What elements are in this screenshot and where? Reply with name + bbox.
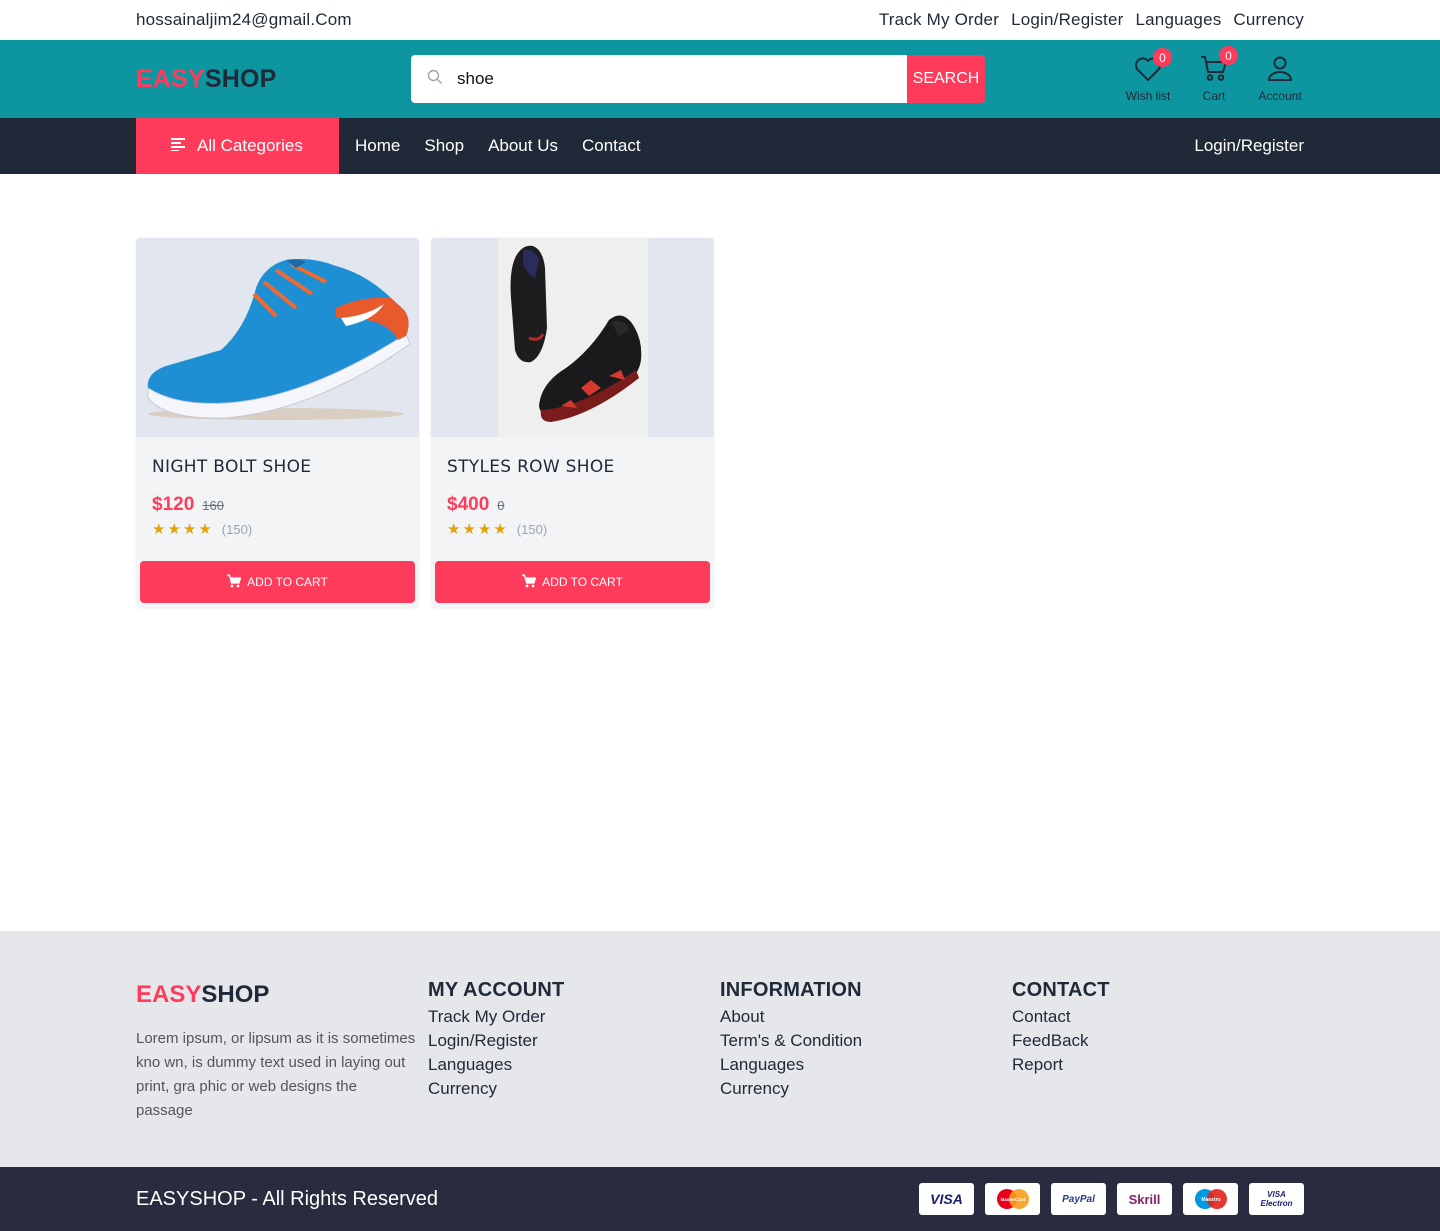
footer-description: Lorem ipsum, or lipsum as it is sometime… bbox=[136, 1030, 416, 1119]
all-categories-button[interactable]: All Categories bbox=[136, 118, 339, 174]
nav-shop[interactable]: Shop bbox=[424, 136, 464, 156]
footer-link-about[interactable]: About bbox=[720, 1005, 1012, 1029]
svg-text:MasterCard: MasterCard bbox=[1000, 1197, 1025, 1202]
product-name[interactable]: STYLES ROW SHOE bbox=[447, 457, 714, 477]
old-price: 0 bbox=[497, 498, 505, 513]
contact-email: hossainaljim24@gmail.Com bbox=[136, 10, 352, 29]
cart-button[interactable]: 0 Cart bbox=[1190, 46, 1238, 103]
cart-label: Cart bbox=[1202, 89, 1226, 103]
languages-link[interactable]: Languages bbox=[1135, 10, 1221, 30]
cart-icon bbox=[227, 573, 242, 591]
header-icons: 0 Wish list 0 Cart Account bbox=[1124, 46, 1304, 103]
product-rating: ★★★★ (150) bbox=[447, 520, 714, 538]
product-price: $400 0 bbox=[447, 494, 714, 516]
footer-link-languages[interactable]: Languages bbox=[428, 1053, 720, 1077]
footer-link-currency[interactable]: Currency bbox=[720, 1077, 1012, 1101]
mastercard-icon: MasterCard bbox=[985, 1183, 1040, 1215]
nav-home[interactable]: Home bbox=[355, 136, 400, 156]
nav-menu: Home Shop About Us Contact bbox=[355, 136, 641, 156]
footer-logo-easy: EASY bbox=[136, 981, 202, 1008]
footer-information: INFORMATION About Term's & Condition Lan… bbox=[720, 979, 1012, 1123]
cart-count-badge: 0 bbox=[1219, 46, 1238, 65]
search-bar: SEARCH bbox=[411, 55, 985, 103]
header: EASYSHOP SEARCH 0 Wish list bbox=[0, 40, 1440, 118]
logo[interactable]: EASYSHOP bbox=[136, 65, 411, 94]
footer-link-login-register[interactable]: Login/Register bbox=[428, 1029, 720, 1053]
visa-icon: VISA bbox=[919, 1183, 974, 1215]
currency-link[interactable]: Currency bbox=[1233, 10, 1304, 30]
track-order-link[interactable]: Track My Order bbox=[879, 10, 999, 30]
all-categories-label: All Categories bbox=[197, 136, 303, 155]
visa-electron-icon: VISA Electron bbox=[1249, 1183, 1304, 1215]
product-rating: ★★★★ (150) bbox=[152, 520, 419, 538]
footer-about: EASYSHOP Lorem ipsum, or lipsum as it is… bbox=[136, 981, 428, 1123]
product-price: $120 160 bbox=[152, 494, 419, 516]
footer-contact: CONTACT Contact FeedBack Report bbox=[1012, 979, 1304, 1123]
login-register-link[interactable]: Login/Register bbox=[1011, 10, 1123, 30]
svg-text:Maestro: Maestro bbox=[1201, 1197, 1220, 1203]
wishlist-count-badge: 0 bbox=[1153, 48, 1172, 67]
footer-heading: MY ACCOUNT bbox=[428, 979, 565, 1001]
footer-link-report[interactable]: Report bbox=[1012, 1053, 1304, 1077]
copyright-text: EASYSHOP - All Rights Reserved bbox=[136, 1187, 438, 1210]
star-icons: ★★★★ bbox=[152, 521, 214, 538]
account-button[interactable]: Account bbox=[1256, 54, 1304, 103]
nav-about-us[interactable]: About Us bbox=[488, 136, 558, 156]
current-price: $120 bbox=[152, 494, 195, 515]
product-card[interactable]: STYLES ROW SHOE $400 0 ★★★★ (150) ADD TO… bbox=[431, 238, 714, 608]
blue-sneaker-image[interactable] bbox=[136, 238, 419, 437]
user-icon bbox=[1266, 54, 1294, 87]
footer-heading: CONTACT bbox=[1012, 979, 1110, 1001]
review-count: (150) bbox=[221, 521, 253, 537]
footer-heading: INFORMATION bbox=[720, 979, 862, 1001]
logo-shop: SHOP bbox=[204, 64, 277, 93]
top-bar: hossainaljim24@gmail.Com Track My Order … bbox=[0, 0, 1440, 40]
add-to-cart-label: ADD TO CART bbox=[247, 575, 328, 589]
product-grid: NIGHT BOLT SHOE $120 160 ★★★★ (150) ADD … bbox=[136, 238, 714, 608]
add-to-cart-label: ADD TO CART bbox=[542, 575, 623, 589]
footer: EASYSHOP Lorem ipsum, or lipsum as it is… bbox=[0, 931, 1440, 1167]
add-to-cart-button[interactable]: ADD TO CART bbox=[435, 561, 710, 603]
paypal-icon: PayPal bbox=[1051, 1183, 1106, 1215]
star-icons: ★★★★ bbox=[447, 521, 509, 538]
black-sneaker-image[interactable] bbox=[431, 238, 714, 437]
wishlist-label: Wish list bbox=[1125, 89, 1171, 103]
cart-icon bbox=[522, 573, 537, 591]
main-nav: All Categories Home Shop About Us Contac… bbox=[0, 118, 1440, 174]
search-input[interactable] bbox=[457, 69, 877, 89]
footer-link-track-order[interactable]: Track My Order bbox=[428, 1005, 720, 1029]
footer-logo[interactable]: EASYSHOP bbox=[136, 981, 428, 1009]
logo-easy: EASY bbox=[136, 64, 205, 93]
footer-my-account: MY ACCOUNT Track My Order Login/Register… bbox=[428, 979, 720, 1123]
nav-contact[interactable]: Contact bbox=[582, 136, 641, 156]
search-button[interactable]: SEARCH bbox=[907, 55, 985, 103]
search-field bbox=[411, 55, 907, 103]
product-card[interactable]: NIGHT BOLT SHOE $120 160 ★★★★ (150) ADD … bbox=[136, 238, 419, 608]
skrill-icon: Skrill bbox=[1117, 1183, 1172, 1215]
account-label: Account bbox=[1258, 89, 1302, 103]
footer-logo-shop: SHOP bbox=[201, 981, 270, 1008]
review-count: (150) bbox=[516, 521, 548, 537]
old-price: 160 bbox=[202, 498, 224, 513]
footer-link-terms[interactable]: Term's & Condition bbox=[720, 1029, 1012, 1053]
footer-link-feedback[interactable]: FeedBack bbox=[1012, 1029, 1304, 1053]
nav-login-register[interactable]: Login/Register bbox=[1194, 136, 1304, 156]
payment-methods: VISA MasterCard PayPal Skrill Maestro VI… bbox=[919, 1183, 1304, 1215]
maestro-icon: Maestro bbox=[1183, 1183, 1238, 1215]
wishlist-button[interactable]: 0 Wish list bbox=[1124, 48, 1172, 103]
footer-link-contact[interactable]: Contact bbox=[1012, 1005, 1304, 1029]
top-links: Track My Order Login/Register Languages … bbox=[879, 10, 1304, 30]
footer-link-currency[interactable]: Currency bbox=[428, 1077, 720, 1101]
footer-link-languages[interactable]: Languages bbox=[720, 1053, 1012, 1077]
search-icon bbox=[427, 69, 443, 90]
menu-lines-icon bbox=[171, 136, 185, 156]
current-price: $400 bbox=[447, 494, 490, 515]
copyright-bar: EASYSHOP - All Rights Reserved VISA Mast… bbox=[0, 1167, 1440, 1231]
product-name[interactable]: NIGHT BOLT SHOE bbox=[152, 457, 419, 477]
add-to-cart-button[interactable]: ADD TO CART bbox=[140, 561, 415, 603]
